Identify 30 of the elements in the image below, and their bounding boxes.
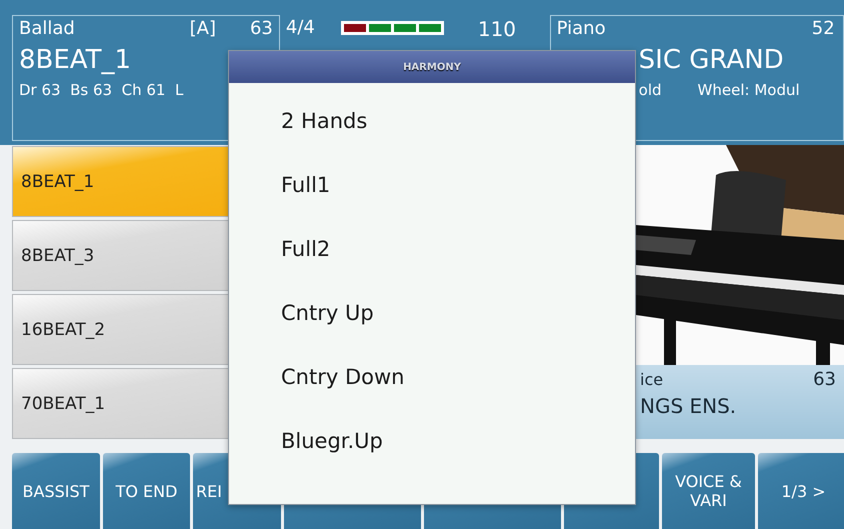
menu-item[interactable]: Cntry Up xyxy=(229,281,635,345)
function-button[interactable]: 1/3 > xyxy=(758,453,844,529)
popup-title: HARMONY xyxy=(403,62,461,72)
lower-voice-name: NGS ENS. xyxy=(640,394,738,418)
style-variation: [A] xyxy=(190,18,216,39)
wheel-label: Wheel: Modul xyxy=(698,81,800,99)
style-item[interactable]: 8BEAT_1 xyxy=(12,146,230,217)
menu-item[interactable]: Full1 xyxy=(229,153,635,217)
menu-item[interactable]: Cntry Down xyxy=(229,345,635,409)
menu-item[interactable]: Full2 xyxy=(229,217,635,281)
voice-name: SIC GRAND xyxy=(638,45,785,75)
style-item[interactable]: 70BEAT_1 xyxy=(12,368,230,439)
function-button[interactable]: TO END xyxy=(103,453,190,529)
voice-category: Piano xyxy=(556,18,606,39)
style-item[interactable]: 16BEAT_2 xyxy=(12,294,230,365)
style-name: 8BEAT_1 xyxy=(19,45,132,75)
lower-voice-number: 63 xyxy=(813,369,836,390)
style-genre: Ballad xyxy=(19,18,75,39)
menu-item[interactable]: Bluegr.Up xyxy=(229,409,635,473)
hold-label: old xyxy=(638,81,662,99)
lower-voice-label: ice xyxy=(640,370,664,389)
lower-voice-panel[interactable]: ice 63 NGS ENS. xyxy=(636,365,844,439)
time-signature: 4/4 xyxy=(286,17,315,38)
function-button[interactable]: BASSIST xyxy=(12,453,100,529)
function-button[interactable]: VOICE & VARI xyxy=(662,453,755,529)
style-details: Dr 63 Bs 63 Ch 61 L xyxy=(19,81,184,99)
voice-number: 52 xyxy=(812,18,835,39)
style-item[interactable]: 8BEAT_3 xyxy=(12,220,230,291)
tempo-bpm: 110 xyxy=(478,17,516,41)
style-number: 63 xyxy=(250,18,273,39)
